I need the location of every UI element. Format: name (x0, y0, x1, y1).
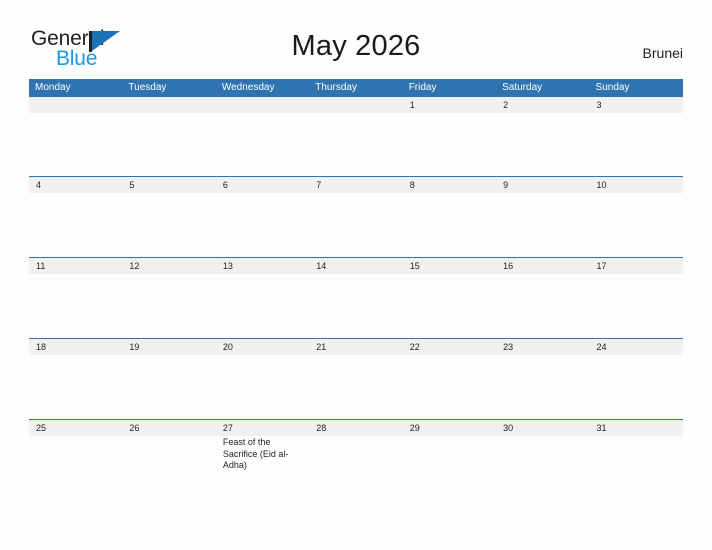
day-cell[interactable] (216, 113, 309, 176)
day-cell[interactable] (403, 193, 496, 257)
day-number[interactable]: 29 (403, 420, 496, 436)
day-number[interactable]: 13 (216, 258, 309, 274)
day-cell[interactable] (216, 355, 309, 419)
day-number[interactable]: 27 (216, 420, 309, 436)
day-number[interactable]: 6 (216, 177, 309, 193)
day-cell[interactable] (216, 193, 309, 257)
day-cell[interactable] (403, 355, 496, 419)
weekday-header-sunday: Sunday (595, 82, 630, 93)
week-date-band: 4 5 6 7 8 9 10 (29, 177, 683, 193)
day-number[interactable]: 26 (122, 420, 215, 436)
day-cell[interactable] (496, 355, 589, 419)
week-date-band: 25 26 27 28 29 30 31 (29, 420, 683, 436)
calendar-week-row: 1 2 3 (29, 96, 683, 176)
weekday-header-tuesday: Tuesday (128, 82, 167, 93)
day-number[interactable]: 8 (403, 177, 496, 193)
day-cell[interactable] (309, 274, 402, 338)
day-number[interactable]: 19 (122, 339, 215, 355)
day-cell[interactable] (403, 113, 496, 176)
day-number[interactable]: 23 (496, 339, 589, 355)
day-number[interactable]: 31 (590, 420, 683, 436)
day-number[interactable]: 30 (496, 420, 589, 436)
day-cell[interactable] (590, 355, 683, 419)
day-cell[interactable] (309, 436, 402, 500)
day-number[interactable]: 15 (403, 258, 496, 274)
day-number[interactable]: 20 (216, 339, 309, 355)
day-number[interactable]: 18 (29, 339, 122, 355)
day-number[interactable]: 10 (590, 177, 683, 193)
day-cell[interactable] (29, 193, 122, 257)
day-cell[interactable] (590, 193, 683, 257)
country-label: Brunei (642, 45, 683, 61)
day-number[interactable]: 3 (590, 97, 683, 113)
day-cell[interactable] (403, 436, 496, 500)
day-cell[interactable] (496, 436, 589, 500)
weekday-header-saturday: Saturday (502, 82, 543, 93)
day-number[interactable]: 12 (122, 258, 215, 274)
calendar-week-row: 4 5 6 7 8 9 10 (29, 176, 683, 257)
day-number[interactable]: 11 (29, 258, 122, 274)
day-number[interactable]: 22 (403, 339, 496, 355)
day-cell[interactable] (122, 193, 215, 257)
day-number[interactable] (29, 97, 122, 113)
page-title: May 2026 (291, 30, 421, 62)
calendar-grid: Monday Tuesday Wednesday Thursday Friday… (29, 79, 683, 500)
day-cell[interactable] (122, 113, 215, 176)
day-cell[interactable] (29, 113, 122, 176)
day-cell[interactable] (29, 274, 122, 338)
day-number[interactable]: 1 (403, 97, 496, 113)
calendar-week-row: 25 26 27 28 29 30 31 Feast of the Sacrif… (29, 419, 683, 500)
day-cell[interactable] (29, 355, 122, 419)
day-cell[interactable] (403, 274, 496, 338)
day-number[interactable]: 2 (496, 97, 589, 113)
day-event-text: Feast of the Sacrifice (Eid al-Adha) (222, 437, 289, 470)
day-number[interactable]: 21 (309, 339, 402, 355)
day-cell[interactable] (590, 436, 683, 500)
day-cell[interactable] (309, 355, 402, 419)
weekday-header-row: Monday Tuesday Wednesday Thursday Friday… (29, 79, 683, 96)
day-number[interactable]: 9 (496, 177, 589, 193)
day-number[interactable]: 7 (309, 177, 402, 193)
weekday-header-friday: Friday (408, 82, 437, 93)
day-cell[interactable]: Feast of the Sacrifice (Eid al-Adha) (216, 436, 309, 500)
week-body-band (29, 355, 683, 419)
day-number[interactable]: 25 (29, 420, 122, 436)
week-date-band: 11 12 13 14 15 16 17 (29, 258, 683, 274)
day-number[interactable] (122, 97, 215, 113)
week-body-band (29, 113, 683, 176)
week-date-band: 18 19 20 21 22 23 24 (29, 339, 683, 355)
page-header: General Blue May 2026 Brunei (0, 0, 712, 78)
day-cell[interactable] (29, 436, 122, 500)
week-body-band (29, 274, 683, 338)
weekday-header-thursday: Thursday (315, 82, 357, 93)
day-number[interactable]: 28 (309, 420, 402, 436)
day-cell[interactable] (590, 113, 683, 176)
day-cell[interactable] (496, 274, 589, 338)
day-number[interactable]: 24 (590, 339, 683, 355)
day-cell[interactable] (496, 113, 589, 176)
day-cell[interactable] (122, 355, 215, 419)
calendar-week-row: 11 12 13 14 15 16 17 (29, 257, 683, 338)
day-cell[interactable] (122, 274, 215, 338)
weekday-header-wednesday: Wednesday (221, 82, 275, 93)
day-cell[interactable] (309, 193, 402, 257)
day-number[interactable] (309, 97, 402, 113)
week-body-band (29, 193, 683, 257)
day-number[interactable]: 16 (496, 258, 589, 274)
day-cell[interactable] (216, 274, 309, 338)
weekday-header-monday: Monday (35, 82, 71, 93)
day-cell[interactable] (122, 436, 215, 500)
day-number[interactable]: 17 (590, 258, 683, 274)
day-cell[interactable] (496, 193, 589, 257)
day-number[interactable]: 5 (122, 177, 215, 193)
day-cell[interactable] (309, 113, 402, 176)
day-cell[interactable] (590, 274, 683, 338)
day-number[interactable] (216, 97, 309, 113)
calendar-week-row: 18 19 20 21 22 23 24 (29, 338, 683, 419)
week-date-band: 1 2 3 (29, 97, 683, 113)
week-body-band: Feast of the Sacrifice (Eid al-Adha) (29, 436, 683, 500)
day-number[interactable]: 4 (29, 177, 122, 193)
day-number[interactable]: 14 (309, 258, 402, 274)
